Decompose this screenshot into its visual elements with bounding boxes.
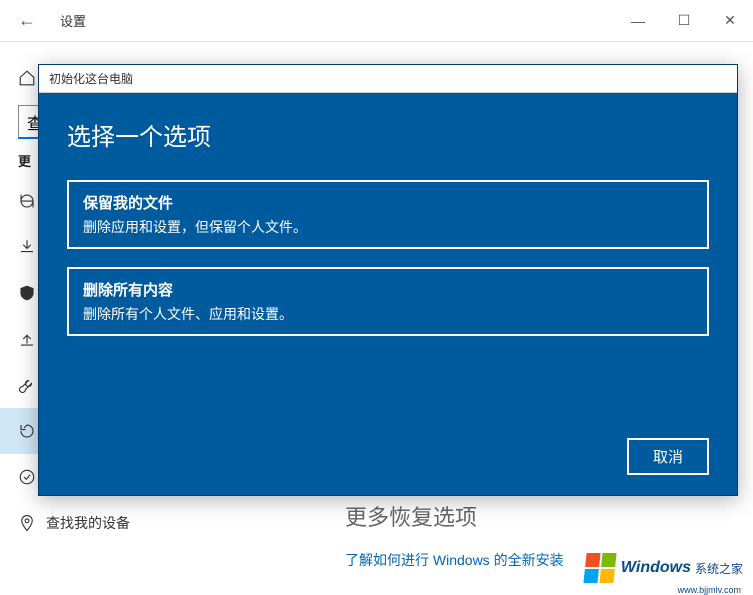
back-button[interactable]: ← bbox=[18, 10, 36, 31]
keep-files-title: 保留我的文件 bbox=[83, 192, 693, 213]
cancel-button[interactable]: 取消 bbox=[627, 438, 709, 475]
modal-footer: 取消 bbox=[627, 438, 709, 475]
modal-body: 选择一个选项 保留我的文件 删除应用和设置，但保留个人文件。 删除所有内容 删除… bbox=[39, 93, 737, 378]
remove-everything-desc: 删除所有个人文件、应用和设置。 bbox=[83, 304, 693, 324]
reset-pc-modal: 初始化这台电脑 选择一个选项 保留我的文件 删除应用和设置，但保留个人文件。 删… bbox=[38, 64, 738, 496]
more-recovery-heading: 更多恢复选项 bbox=[345, 500, 745, 532]
remove-everything-option[interactable]: 删除所有内容 删除所有个人文件、应用和设置。 bbox=[67, 267, 709, 336]
modal-titlebar: 初始化这台电脑 bbox=[39, 65, 737, 93]
watermark-url: www.bjjmlv.com bbox=[678, 585, 741, 595]
watermark: Windows 系统之家 bbox=[585, 553, 743, 583]
watermark-suffix: 系统之家 bbox=[695, 560, 743, 577]
sidebar-item-label: 查找我的设备 bbox=[46, 513, 130, 533]
keep-files-desc: 删除应用和设置，但保留个人文件。 bbox=[83, 217, 693, 237]
window-title: 设置 bbox=[60, 11, 86, 30]
window-header: ← 设置 — ☐ ✕ bbox=[0, 0, 753, 42]
window-controls: — ☐ ✕ bbox=[615, 0, 753, 42]
header-left: ← 设置 bbox=[0, 10, 86, 31]
remove-everything-title: 删除所有内容 bbox=[83, 279, 693, 300]
modal-heading: 选择一个选项 bbox=[67, 117, 709, 152]
maximize-button[interactable]: ☐ bbox=[661, 0, 707, 42]
keep-files-option[interactable]: 保留我的文件 删除应用和设置，但保留个人文件。 bbox=[67, 180, 709, 249]
windows-logo-icon bbox=[583, 553, 616, 583]
minimize-button[interactable]: — bbox=[615, 0, 661, 42]
watermark-brand: Windows bbox=[621, 559, 691, 577]
sidebar-item-find-device[interactable]: 查找我的设备 bbox=[18, 500, 300, 546]
close-button[interactable]: ✕ bbox=[707, 0, 753, 42]
find-device-icon bbox=[18, 514, 46, 532]
